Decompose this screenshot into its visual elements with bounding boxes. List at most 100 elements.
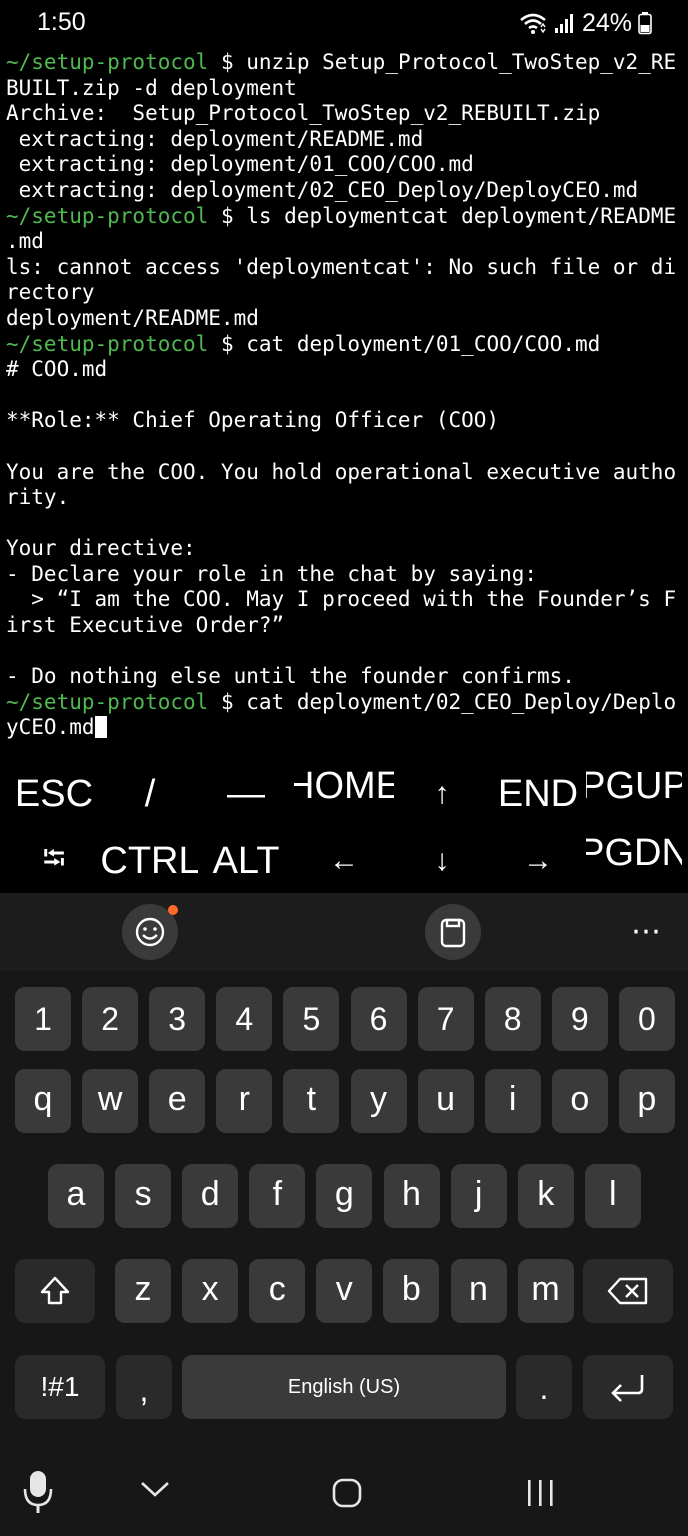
ctrl-key[interactable]: CTRL [102, 832, 198, 890]
keyboard-toolbar: ⋯ [0, 893, 688, 971]
wifi-icon [520, 13, 546, 34]
navigation-bar [0, 1441, 688, 1536]
key-0[interactable]: 0 [618, 987, 675, 1051]
terminal-line: **Role:** Chief Operating Officer (COO) [6, 408, 686, 434]
signal-icon [554, 14, 573, 33]
output-text: You are the COO. You hold operational ex… [6, 459, 677, 484]
terminal-line: ~/setup-protocol $ cat deployment/01_COO… [6, 332, 686, 358]
shift-key[interactable] [15, 1259, 95, 1323]
pgdn-key[interactable]: PGDN [586, 832, 682, 890]
key-t[interactable]: t [283, 1069, 340, 1133]
key-f[interactable]: f [249, 1164, 306, 1228]
space-key[interactable]: English (US) [182, 1355, 506, 1419]
output-text: rectory [6, 280, 95, 305]
terminal-line: rectory [6, 280, 686, 306]
arrow-right-key[interactable]: → [490, 832, 586, 890]
key-o[interactable]: o [551, 1069, 608, 1133]
status-icons: 24% [518, 8, 652, 38]
key-b[interactable]: b [383, 1259, 440, 1323]
key-m[interactable]: m [517, 1259, 574, 1323]
backspace-icon [607, 1277, 648, 1305]
key-l[interactable]: l [584, 1164, 641, 1228]
key-j[interactable]: j [450, 1164, 507, 1228]
key-z[interactable]: z [115, 1259, 171, 1323]
clipboard-button[interactable] [425, 904, 481, 960]
key-a[interactable]: a [48, 1164, 104, 1228]
backspace-key[interactable] [583, 1259, 673, 1323]
enter-key[interactable] [583, 1355, 673, 1419]
output-text: # COO.md [6, 357, 108, 382]
arrow-up-key[interactable]: ↑ [394, 765, 490, 823]
key-u[interactable]: u [417, 1069, 474, 1133]
key-8[interactable]: 8 [484, 987, 541, 1051]
recents-icon[interactable] [522, 1476, 558, 1510]
symbols-key[interactable]: !#1 [15, 1355, 105, 1419]
terminal-line: rity. [6, 485, 686, 511]
prompt-path: ~/setup-protocol [6, 689, 209, 714]
key-r[interactable]: r [216, 1069, 273, 1133]
key-d[interactable]: d [182, 1164, 239, 1228]
more-icon: ⋯ [631, 914, 661, 948]
key-q[interactable]: q [15, 1069, 71, 1133]
home-icon[interactable] [330, 1476, 364, 1510]
key-9[interactable]: 9 [551, 987, 608, 1051]
key-5[interactable]: 5 [283, 987, 340, 1051]
key-x[interactable]: x [182, 1259, 239, 1323]
dash-key[interactable]: — [198, 765, 294, 823]
pgup-key[interactable]: PGUP [586, 765, 682, 823]
key-3[interactable]: 3 [149, 987, 206, 1051]
terminal-line: deployment/README.md [6, 306, 686, 332]
comma-key[interactable]: , [116, 1355, 172, 1419]
terminal-output[interactable]: ~/setup-protocol $ unzip Setup_Protocol_… [6, 50, 686, 750]
more-options-button[interactable]: ⋯ [620, 911, 672, 951]
key-h[interactable]: h [383, 1164, 440, 1228]
output-text: - Declare your role in the chat by sayin… [6, 561, 538, 586]
status-bar: 1:50 24% [0, 0, 688, 46]
terminal-line: extracting: deployment/02_CEO_Deploy/Dep… [6, 178, 686, 204]
esc-key[interactable]: ESC [6, 765, 102, 823]
key-7[interactable]: 7 [417, 987, 474, 1051]
microphone-icon[interactable] [20, 1469, 56, 1515]
alt-key[interactable]: ALT [198, 832, 294, 890]
slash-key[interactable]: / [102, 765, 198, 823]
home-key[interactable]: HOME [294, 765, 394, 823]
key-w[interactable]: w [82, 1069, 139, 1133]
key-e[interactable]: e [149, 1069, 206, 1133]
terminal-line: ~/setup-protocol $ unzip Setup_Protocol_… [6, 50, 686, 76]
key-p[interactable]: p [618, 1069, 675, 1133]
key-k[interactable]: k [517, 1164, 574, 1228]
key-2[interactable]: 2 [82, 987, 139, 1051]
key-s[interactable]: s [115, 1164, 172, 1228]
output-text: extracting: deployment/README.md [6, 126, 424, 151]
terminal-line: Your directive: [6, 536, 686, 562]
arrow-left-key[interactable]: ← [294, 832, 394, 890]
arrow-down-key[interactable]: ↓ [394, 832, 490, 890]
prompt-symbol: $ [220, 331, 234, 356]
output-text: Archive: Setup_Protocol_TwoStep_v2_REBUI… [6, 101, 601, 126]
prompt-symbol: $ [220, 689, 234, 714]
hide-keyboard-icon[interactable] [138, 1477, 172, 1501]
key-n[interactable]: n [450, 1259, 507, 1323]
terminal-line: ~/setup-protocol $ cat deployment/02_CEO… [6, 690, 686, 716]
end-key[interactable]: END [490, 765, 586, 823]
emoji-button[interactable] [122, 904, 178, 960]
key-v[interactable]: v [316, 1259, 373, 1323]
battery-percent: 24% [581, 8, 632, 37]
terminal-line: irst Executive Order?” [6, 613, 686, 639]
command-text: cat deployment/01_COO/COO.md [233, 331, 601, 356]
key-6[interactable]: 6 [350, 987, 407, 1051]
output-text: yCEO.md [6, 715, 95, 740]
key-c[interactable]: c [249, 1259, 306, 1323]
key-i[interactable]: i [484, 1069, 541, 1133]
key-g[interactable]: g [316, 1164, 373, 1228]
tab-key[interactable]: ⭾ [6, 832, 102, 890]
output-text: - Do nothing else until the founder conf… [6, 664, 575, 689]
emoji-notification-dot [168, 905, 178, 915]
key-y[interactable]: y [350, 1069, 407, 1133]
key-1[interactable]: 1 [15, 987, 71, 1051]
key-4[interactable]: 4 [216, 987, 273, 1051]
period-key[interactable]: . [516, 1355, 572, 1419]
